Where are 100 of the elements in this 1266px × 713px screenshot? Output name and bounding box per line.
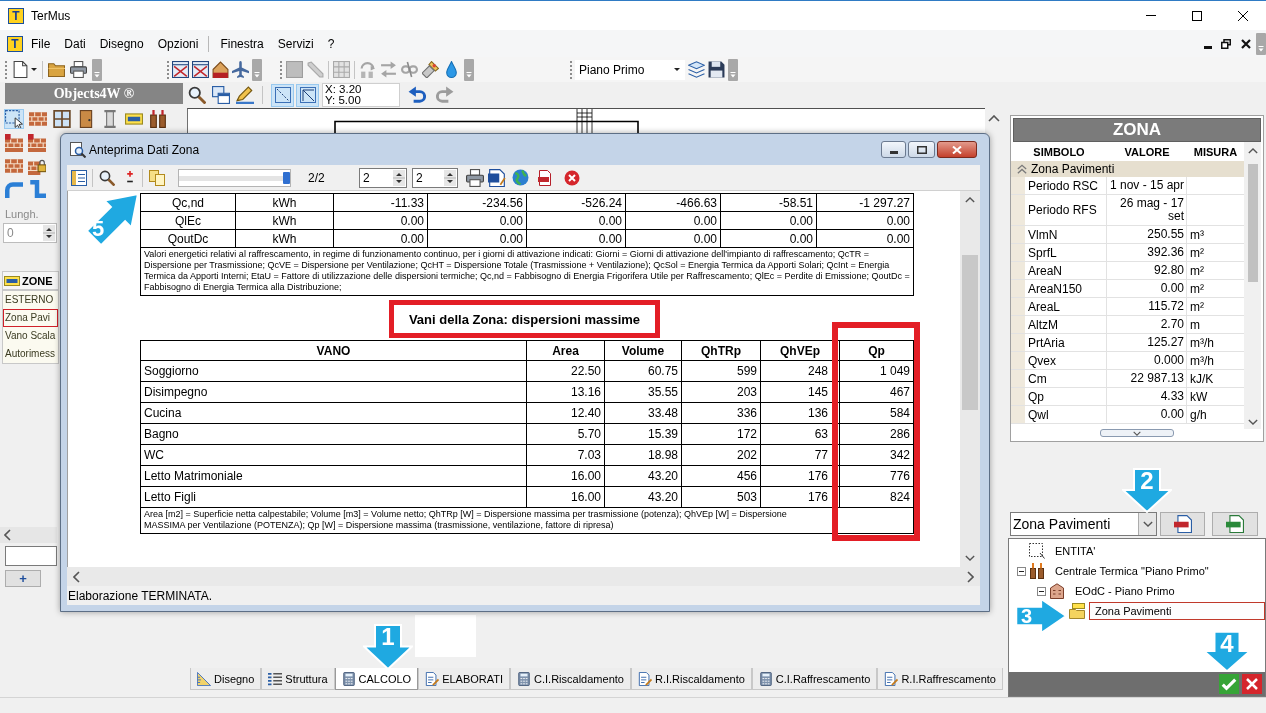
brick-lock-icon[interactable]: [28, 157, 46, 175]
menu-item[interactable]: File: [24, 36, 58, 51]
spin-arrows-icon[interactable]: [43, 225, 55, 241]
chevron-down-icon[interactable]: [965, 555, 975, 561]
length-spinner[interactable]: 0: [3, 223, 57, 243]
flashlight-icon[interactable]: [422, 61, 439, 78]
brick-wall-icon[interactable]: [5, 134, 23, 152]
folder-icon[interactable]: [48, 61, 65, 78]
plus-minus-icon[interactable]: [126, 171, 134, 184]
crossed-window-icon[interactable]: [192, 61, 209, 78]
column-header[interactable]: MISURA: [1187, 145, 1244, 158]
new-document-icon[interactable]: [12, 61, 29, 78]
tab[interactable]: CALCOLO: [334, 668, 419, 690]
collapse-icon[interactable]: [1017, 566, 1026, 576]
horizontal-scrollbar[interactable]: [0, 527, 57, 543]
copy-icon[interactable]: [149, 169, 165, 186]
chevron-right-icon[interactable]: [967, 570, 974, 583]
maximize-button[interactable]: [908, 141, 935, 158]
caret-icon[interactable]: [31, 68, 37, 71]
collapse-icon[interactable]: [1037, 586, 1046, 596]
list-item[interactable]: Zona Pavi: [3, 309, 58, 327]
list-item[interactable]: Vano Scala: [3, 327, 58, 345]
broken-link-icon[interactable]: [401, 61, 418, 78]
vertical-scrollbar[interactable]: [960, 191, 980, 567]
vertical-scrollbar[interactable]: [1244, 142, 1261, 429]
tab[interactable]: R.I.Raffrescamento: [877, 668, 1003, 690]
tree-item[interactable]: ENTITA': [1049, 542, 1102, 560]
globe-icon[interactable]: [512, 169, 529, 186]
column-icon[interactable]: [101, 110, 119, 128]
spin-arrows-icon[interactable]: [444, 169, 456, 186]
pencil-icon[interactable]: [236, 86, 254, 104]
list-item[interactable]: ESTERNO: [3, 291, 58, 309]
spin-arrows-icon[interactable]: [393, 169, 405, 186]
panel-tab[interactable]: ZONE: [2, 271, 59, 290]
page-slider[interactable]: [178, 168, 291, 187]
crossed-window-icon[interactable]: [172, 61, 189, 78]
menu-item[interactable]: Opzioni: [150, 36, 206, 51]
number-spinner[interactable]: 2: [412, 167, 458, 188]
tab[interactable]: Struttura: [261, 668, 335, 690]
tree-item[interactable]: Zona Pavimenti: [1089, 602, 1265, 620]
brick-wall-icon[interactable]: [29, 110, 47, 128]
chevron-down-icon[interactable]: [1247, 419, 1258, 425]
group-row[interactable]: Zona Pavimenti: [1011, 161, 1244, 177]
search-icon[interactable]: [188, 86, 206, 104]
chevron-down-icon[interactable]: [1142, 521, 1153, 527]
menu-item[interactable]: Disegno: [92, 36, 151, 51]
layers-icon[interactable]: [688, 61, 705, 78]
house-icon[interactable]: [212, 61, 229, 78]
menu-item[interactable]: Servizi: [270, 36, 321, 51]
pipe-icon[interactable]: [5, 180, 23, 198]
brick-wall-icon[interactable]: [5, 157, 23, 175]
chevron-up-icon[interactable]: [1247, 148, 1258, 154]
undo-icon[interactable]: [408, 86, 426, 104]
brick-wall-icon[interactable]: [28, 134, 46, 152]
scroll-thumb[interactable]: [962, 255, 978, 410]
minimize-button[interactable]: [881, 141, 906, 158]
chevron-left-icon[interactable]: [73, 570, 80, 583]
menu-item[interactable]: Dati: [57, 36, 93, 51]
pipe-icon[interactable]: [28, 180, 46, 198]
column-header[interactable]: VALORE: [1107, 145, 1187, 158]
close-icon[interactable]: [1241, 38, 1251, 49]
cancel-icon[interactable]: [564, 169, 580, 186]
search-icon[interactable]: [99, 169, 115, 186]
close-button[interactable]: [937, 141, 977, 158]
slider-thumb[interactable]: [283, 171, 290, 184]
confirm-button[interactable]: [1218, 673, 1239, 695]
menu-item[interactable]: Finestra: [213, 36, 271, 51]
tab[interactable]: Disegno: [190, 668, 262, 690]
door-icon[interactable]: [77, 110, 95, 128]
airplane-icon[interactable]: [232, 61, 249, 78]
column-header[interactable]: SIMBOLO: [1011, 145, 1107, 158]
printer-icon[interactable]: [466, 168, 484, 187]
window-icon[interactable]: [53, 110, 71, 128]
input-field[interactable]: [5, 546, 57, 566]
export-button[interactable]: [1160, 512, 1205, 536]
number-spinner[interactable]: 2: [359, 167, 407, 188]
tab[interactable]: R.I.Riscaldamento: [630, 668, 752, 690]
tree-item[interactable]: Centrale Termica "Piano Primo": [1049, 562, 1215, 580]
cascade-windows-icon[interactable]: [212, 86, 230, 104]
horizontal-scrollbar[interactable]: [67, 567, 980, 586]
document-icon[interactable]: [488, 168, 506, 187]
heater-icon[interactable]: [149, 110, 167, 128]
app-logo[interactable]: T: [7, 35, 23, 52]
scroll-thumb[interactable]: [1247, 164, 1258, 282]
tree-item[interactable]: EOdC - Piano Primo: [1069, 582, 1181, 600]
list-item[interactable]: Autorimess: [3, 345, 58, 363]
add-button[interactable]: +: [5, 570, 41, 587]
label-icon[interactable]: [125, 110, 143, 128]
expand-button[interactable]: [1100, 429, 1174, 437]
printer-icon[interactable]: [70, 61, 87, 78]
floor-dropdown[interactable]: Piano Primo: [575, 59, 685, 80]
snap-toggle[interactable]: [271, 83, 294, 107]
tab[interactable]: C.I.Riscaldamento: [510, 668, 631, 690]
export-button[interactable]: [1212, 512, 1258, 536]
double-chevron-icon[interactable]: [1017, 164, 1027, 174]
list-icon[interactable]: [71, 169, 87, 186]
chevron-up-icon[interactable]: [965, 197, 975, 203]
snap-toggle[interactable]: [296, 83, 319, 107]
cancel-button[interactable]: [1241, 673, 1262, 695]
tab[interactable]: C.I.Raffrescamento: [751, 668, 878, 690]
